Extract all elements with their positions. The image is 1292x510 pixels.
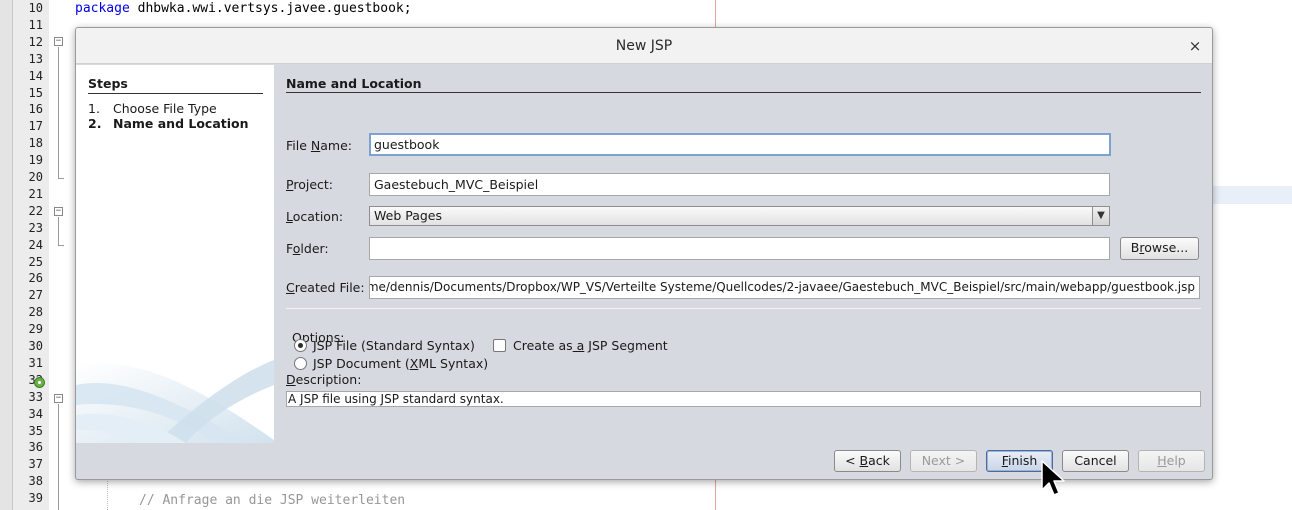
jsp-segment-option-label[interactable]: Create as a JSP Segment bbox=[513, 338, 668, 353]
file-name-input[interactable]: guestbook bbox=[369, 133, 1111, 156]
step-number: 2. bbox=[88, 116, 102, 131]
description-label: Description: bbox=[286, 372, 362, 387]
step-choose-file-type: 1. Choose File Type bbox=[88, 101, 217, 116]
new-jsp-dialog: New JSP × Steps 1. Choose File Type 2. Nam… bbox=[75, 27, 1213, 480]
line-number: 26 bbox=[28, 271, 43, 286]
line-number: 35 bbox=[28, 423, 43, 438]
fold-guide-line bbox=[58, 47, 59, 178]
steps-panel: Steps 1. Choose File Type 2. Name and Loca… bbox=[76, 65, 274, 443]
jsp-document-option-label[interactable]: JSP Document (XML Syntax) bbox=[313, 356, 488, 371]
line-number: 28 bbox=[28, 305, 43, 320]
editor-side-strip bbox=[0, 0, 13, 510]
code-line-package[interactable]: package dhbwka.wwi.vertsys.javee.guestbo… bbox=[75, 0, 412, 17]
override-annotation-icon[interactable] bbox=[34, 377, 45, 388]
line-number: 12 bbox=[28, 34, 43, 49]
line-number: 29 bbox=[28, 322, 43, 337]
section-title: Name and Location bbox=[286, 76, 1201, 93]
section-separator bbox=[286, 308, 1201, 309]
fold-collapse-icon[interactable]: − bbox=[54, 207, 63, 216]
jsp-document-radio[interactable] bbox=[294, 357, 307, 370]
line-number: 18 bbox=[28, 136, 43, 151]
line-number: 11 bbox=[28, 17, 43, 32]
file-name-label: File Name: bbox=[286, 138, 352, 153]
line-number: 16 bbox=[28, 102, 43, 117]
fold-collapse-icon[interactable]: − bbox=[54, 37, 63, 46]
created-file-label: Created File: bbox=[286, 280, 365, 295]
line-number: 22 bbox=[28, 203, 43, 218]
line-number: 33 bbox=[28, 389, 43, 404]
wizard-decoration-image bbox=[76, 360, 274, 443]
fold-end-marker bbox=[58, 178, 64, 179]
back-button[interactable]: < Back bbox=[834, 450, 901, 472]
fold-gutter bbox=[49, 0, 69, 510]
line-number: 13 bbox=[28, 51, 43, 66]
current-line-highlight bbox=[1212, 186, 1292, 204]
step-label: Name and Location bbox=[113, 116, 249, 131]
folder-label: Folder: bbox=[286, 241, 329, 256]
step-label: Choose File Type bbox=[113, 101, 217, 116]
close-icon[interactable]: × bbox=[1186, 37, 1204, 55]
cancel-button[interactable]: Cancel bbox=[1062, 450, 1129, 472]
line-number: 15 bbox=[28, 85, 43, 100]
folder-input[interactable] bbox=[369, 237, 1110, 260]
line-number: 25 bbox=[28, 254, 43, 269]
project-label: Project: bbox=[286, 177, 333, 192]
dialog-titlebar[interactable]: New JSP × bbox=[76, 28, 1212, 64]
line-number: 19 bbox=[28, 153, 43, 168]
line-number: 36 bbox=[28, 440, 43, 455]
created-file-field[interactable]: me/dennis/Documents/Dropbox/WP_VS/Vertei… bbox=[369, 276, 1200, 299]
project-field[interactable]: Gaestebuch_MVC_Beispiel bbox=[369, 173, 1110, 196]
jsp-segment-checkbox[interactable] bbox=[493, 339, 506, 352]
line-number: 17 bbox=[28, 119, 43, 134]
line-number: 24 bbox=[28, 237, 43, 252]
description-text: A JSP file using JSP standard syntax. bbox=[286, 391, 1201, 407]
fold-guide-line bbox=[58, 404, 59, 510]
fold-end-marker bbox=[58, 245, 64, 246]
dialog-title: New JSP bbox=[615, 38, 673, 54]
line-number: 21 bbox=[28, 186, 43, 201]
jsp-file-option-label[interactable]: JSP File (Standard Syntax) bbox=[313, 338, 475, 353]
code-comment[interactable]: // Anfrage an die JSP weiterleiten bbox=[139, 492, 405, 509]
line-number: 34 bbox=[28, 406, 43, 421]
browse-button[interactable]: Browse... bbox=[1120, 237, 1199, 260]
name-location-panel: Name and Location File Name: guestbook P… bbox=[274, 65, 1212, 443]
line-number: 31 bbox=[28, 355, 43, 370]
line-number: 20 bbox=[28, 170, 43, 184]
jsp-file-radio[interactable] bbox=[294, 339, 307, 352]
location-dropdown[interactable]: Web Pages ▼ bbox=[369, 206, 1110, 226]
line-number: 14 bbox=[28, 68, 43, 83]
step-number: 1. bbox=[88, 101, 100, 116]
next-button[interactable]: Next > bbox=[910, 450, 977, 472]
location-label: Location: bbox=[286, 209, 344, 224]
help-button[interactable]: Help bbox=[1138, 450, 1205, 472]
line-number: 37 bbox=[28, 457, 43, 472]
fold-collapse-icon[interactable]: − bbox=[54, 394, 63, 403]
location-selected-value: Web Pages bbox=[374, 208, 442, 223]
line-number: 39 bbox=[28, 491, 43, 506]
steps-title: Steps bbox=[88, 76, 263, 94]
mouse-pointer-icon bbox=[1041, 460, 1065, 496]
line-number: 27 bbox=[28, 288, 43, 303]
line-number: 10 bbox=[28, 1, 43, 15]
line-number: 23 bbox=[28, 220, 43, 235]
step-name-and-location: 2. Name and Location bbox=[88, 116, 249, 131]
package-keyword: package bbox=[75, 1, 130, 16]
dropdown-arrow-icon[interactable]: ▼ bbox=[1092, 207, 1109, 225]
line-number: 30 bbox=[28, 339, 43, 353]
indent-guide bbox=[107, 478, 108, 510]
fold-guide-line bbox=[58, 217, 59, 245]
line-number: 38 bbox=[28, 474, 43, 489]
package-name: dhbwka.wwi.vertsys.javee.guestbook; bbox=[129, 1, 412, 16]
